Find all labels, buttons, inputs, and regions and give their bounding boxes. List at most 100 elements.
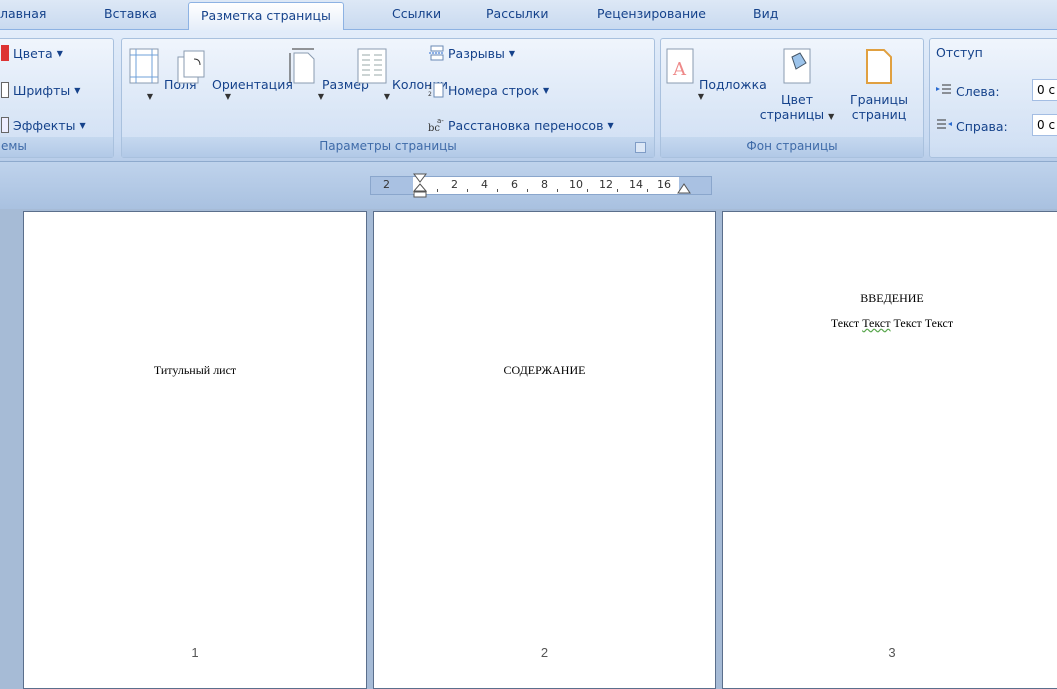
introduction-body: Текст Текст Текст Текст — [723, 316, 1057, 331]
orientation-label: Ориентация — [211, 77, 293, 92]
page-1[interactable]: Титульный лист 1 — [23, 211, 367, 689]
effects-icon — [1, 117, 9, 133]
tab-page-layout[interactable]: Разметка страницы — [188, 2, 344, 31]
fonts-label: Шрифты — [13, 82, 71, 98]
ruler-tick — [467, 189, 468, 192]
tab-references[interactable]: Ссылки — [392, 6, 441, 21]
size-button[interactable]: Размер ▼ — [288, 47, 369, 102]
ruler-tick — [587, 189, 588, 192]
ruler-number: 2 — [383, 178, 390, 191]
margins-icon — [129, 48, 159, 84]
ruler-tick — [527, 189, 528, 192]
indent-right-icon — [937, 119, 952, 129]
page-borders-button[interactable]: Границы страниц — [843, 47, 915, 122]
page-background-group: A Подложка ▼ Цвет страницы ▼ Границы стр… — [660, 38, 924, 158]
ruler-tick — [437, 189, 438, 192]
svg-text:A: A — [672, 59, 687, 80]
ruler-number: 6 — [511, 178, 518, 191]
title-page-text: Титульный лист — [153, 363, 237, 377]
page-number: 2 — [540, 645, 549, 660]
paragraph-group: Отступ Слева: 0 с Справа: 0 с — [929, 38, 1057, 158]
columns-button[interactable]: Колонки ▼ — [356, 47, 448, 102]
colors-button[interactable]: Цвета ▼ — [1, 45, 63, 61]
page-color-label-line2: страницы — [759, 107, 825, 122]
ruler-left-margin — [371, 177, 413, 194]
horizontal-ruler[interactable]: 2 2 4 6 8 10 12 14 16 — [370, 173, 712, 198]
page-setup-group-label: Параметры страницы — [122, 137, 654, 157]
tab-mailings[interactable]: Рассылки — [486, 6, 548, 21]
fonts-button[interactable]: Шрифты ▼ — [1, 82, 80, 98]
ruler-tick — [557, 189, 558, 192]
page-borders-icon — [866, 49, 892, 84]
page-setup-dialog-launcher[interactable] — [635, 142, 646, 153]
watermark-icon: A — [666, 48, 694, 84]
indent-left-icon — [936, 84, 951, 94]
themes-group: Цвета ▼ Шрифты ▼ Эффекты ▼ емы — [0, 38, 114, 158]
indent-left-label: Слева: — [936, 83, 1000, 99]
indent-title: Отступ — [936, 45, 983, 60]
effects-button[interactable]: Эффекты ▼ — [1, 117, 86, 133]
orientation-button[interactable]: Ориентация ▼ — [174, 47, 293, 102]
introduction-heading: ВВЕДЕНИЕ — [860, 291, 924, 305]
ruler-tick — [647, 189, 648, 192]
colors-label: Цвета — [13, 45, 53, 61]
breaks-button[interactable]: Разрывы ▼ — [428, 45, 515, 61]
hyphenation-button[interactable]: bc a- Расстановка переносов ▼ — [428, 117, 614, 133]
body-words: Текст Текст — [893, 316, 954, 330]
ribbon: Цвета ▼ Шрифты ▼ Эффекты ▼ емы Поля ▼ Ор… — [0, 30, 1057, 162]
page-background-group-label: Фон страницы — [661, 137, 923, 157]
svg-text:2: 2 — [428, 91, 432, 98]
columns-icon — [357, 48, 387, 84]
ribbon-tabs: лавная Вставка Разметка страницы Ссылки … — [0, 0, 1057, 31]
hyphenation-icon: bc a- — [428, 117, 444, 133]
ruler-tick — [617, 189, 618, 192]
indent-right-label: Справа: — [936, 118, 1008, 134]
indent-left-input[interactable]: 0 с — [1032, 79, 1057, 101]
page-borders-label-line1: Границы — [850, 92, 908, 107]
svg-text:1: 1 — [428, 84, 432, 91]
line-numbers-icon: 1 2 — [428, 82, 444, 98]
page-3[interactable]: ВВЕДЕНИЕ Текст Текст Текст Текст 3 — [722, 211, 1057, 689]
svg-text:a-: a- — [437, 117, 444, 125]
watermark-button[interactable]: A Подложка ▼ — [665, 47, 767, 102]
ruler-number: 10 — [569, 178, 583, 191]
ruler-number: 16 — [657, 178, 671, 191]
right-indent-marker-icon[interactable] — [677, 183, 691, 195]
line-numbers-label: Номера строк — [448, 82, 540, 98]
themes-group-label: емы — [0, 137, 113, 157]
tab-insert[interactable]: Вставка — [104, 6, 157, 21]
colors-icon — [1, 45, 9, 61]
page-borders-label-line2: страниц — [851, 107, 907, 122]
ruler-number: 4 — [481, 178, 488, 191]
page-number: 1 — [191, 645, 199, 660]
indent-right-text: Справа: — [956, 118, 1008, 134]
misspelled-word[interactable]: Текст — [862, 316, 890, 330]
size-icon — [289, 48, 315, 84]
line-numbers-button[interactable]: 1 2 Номера строк ▼ — [428, 82, 549, 98]
ruler-number: 14 — [629, 178, 643, 191]
page-setup-group: Поля ▼ Ориентация ▼ Размер ▼ Колонки ▼ Р… — [121, 38, 655, 158]
breaks-label: Разрывы — [448, 45, 505, 61]
indent-right-input[interactable]: 0 с — [1032, 114, 1057, 136]
ruler-tick — [497, 189, 498, 192]
fonts-icon — [1, 82, 9, 98]
page-color-button[interactable]: Цвет страницы ▼ — [757, 47, 837, 122]
page-color-icon — [783, 48, 811, 84]
margins-button[interactable]: Поля ▼ — [128, 47, 197, 102]
indent-marker-icon[interactable] — [413, 173, 427, 199]
ruler-number: 2 — [451, 178, 458, 191]
hyphenation-label: Расстановка переносов — [448, 117, 604, 133]
effects-label: Эффекты — [13, 117, 76, 133]
page-number: 3 — [888, 645, 896, 660]
ruler-number: 8 — [541, 178, 548, 191]
breaks-icon — [429, 45, 444, 61]
page-2[interactable]: СОДЕРЖАНИЕ 2 — [373, 211, 716, 689]
tab-view[interactable]: Вид — [753, 6, 778, 21]
indent-left-text: Слева: — [956, 83, 1000, 99]
ruler-number: 12 — [599, 178, 613, 191]
tab-review[interactable]: Рецензирование — [597, 6, 706, 21]
contents-heading: СОДЕРЖАНИЕ — [503, 363, 586, 377]
page-color-label-line1: Цвет — [780, 92, 814, 107]
body-word: Текст — [830, 316, 860, 330]
tab-home[interactable]: лавная — [0, 6, 46, 21]
